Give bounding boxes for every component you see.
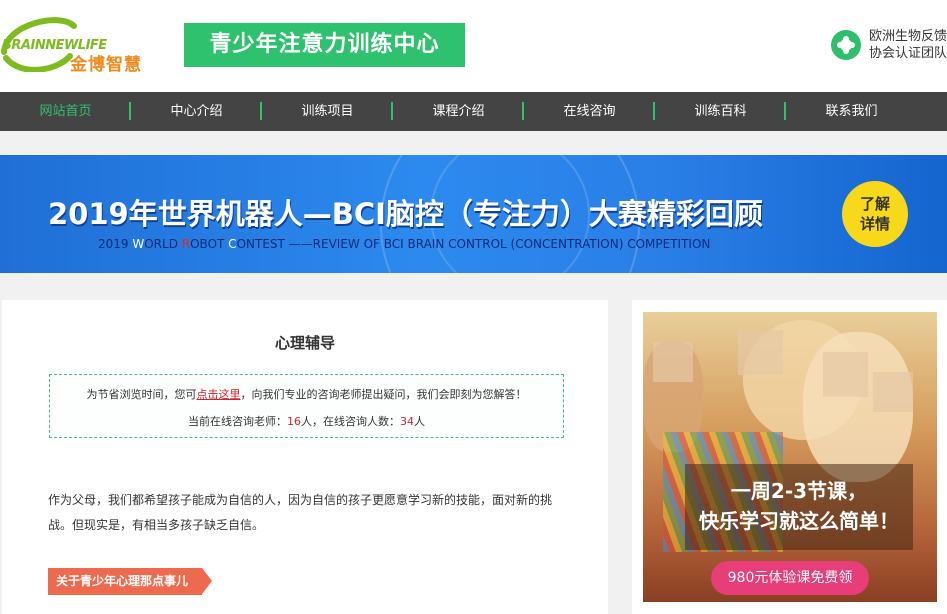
promo-image[interactable]: 一周2-3节课， 快乐学习就这么简单！ 980元体验课免费领	[643, 312, 937, 602]
nav-item-courses[interactable]: 课程介绍	[393, 92, 524, 131]
nav-item-home[interactable]: 网站首页	[0, 92, 131, 131]
certification-badge: 欧洲生物反馈 协会认证团队	[830, 28, 947, 62]
site-logo[interactable]: BRAINNEWLIFE 金博智慧	[0, 12, 150, 75]
promo-panel: 一周2-3节课， 快乐学习就这么简单！ 980元体验课免费领	[632, 300, 947, 614]
cert-line-1: 欧洲生物反馈	[868, 29, 947, 44]
online-teachers-count: 16	[287, 415, 301, 428]
cert-line-2: 协会认证团队	[868, 46, 947, 61]
section-tag[interactable]: 关于青少年心理那点事儿	[48, 568, 213, 595]
online-users-count: 34	[400, 415, 414, 428]
consult-notice: 为节省浏览时间，您可点击这里，向我们专业的咨询老师提出疑问，我们会即刻为您解答！…	[49, 374, 564, 438]
site-title: 青少年注意力训练中心	[184, 23, 465, 67]
click-here-link[interactable]: 点击这里	[197, 388, 241, 401]
panel-title: 心理辅导	[274, 334, 335, 352]
banner-title: 2019年世界机器人—BCI脑控（专注力）大赛精彩回顾	[48, 197, 763, 231]
nav-item-contact[interactable]: 联系我们	[786, 92, 917, 131]
learn-more-button[interactable]: 了解 详情	[842, 181, 908, 247]
nav-item-wiki[interactable]: 训练百科	[655, 92, 786, 131]
promo-headline: 一周2-3节课， 快乐学习就这么简单！	[685, 464, 913, 550]
banner-subtitle: 2019 WORLD ROBOT CONTEST ——REVIEW OF BCI…	[98, 237, 711, 251]
nav-item-training[interactable]: 训练项目	[262, 92, 393, 131]
nav-item-about[interactable]: 中心介绍	[131, 92, 262, 131]
free-trial-button[interactable]: 980元体验课免费领	[711, 561, 869, 595]
hero-banner[interactable]: 2019年世界机器人—BCI脑控（专注力）大赛精彩回顾 2019 WORLD R…	[0, 155, 947, 273]
flower-icon	[830, 30, 861, 60]
nav-item-consult[interactable]: 在线咨询	[524, 92, 655, 131]
main-nav: 网站首页 中心介绍 训练项目 课程介绍 在线咨询 训练百科 联系我们	[0, 92, 947, 131]
intro-paragraph: 作为父母，我们都希望孩子能成为自信的人，因为自信的孩子更愿意学习新的技能，面对新…	[48, 493, 553, 532]
site-header: BRAINNEWLIFE 金博智慧 青少年注意力训练中心 欧洲生物反馈 协会认证…	[0, 0, 947, 92]
logo-chinese-text: 金博智慧	[70, 55, 142, 75]
counseling-panel: 心理辅导 为节省浏览时间，您可点击这里，向我们专业的咨询老师提出疑问，我们会即刻…	[2, 300, 608, 614]
